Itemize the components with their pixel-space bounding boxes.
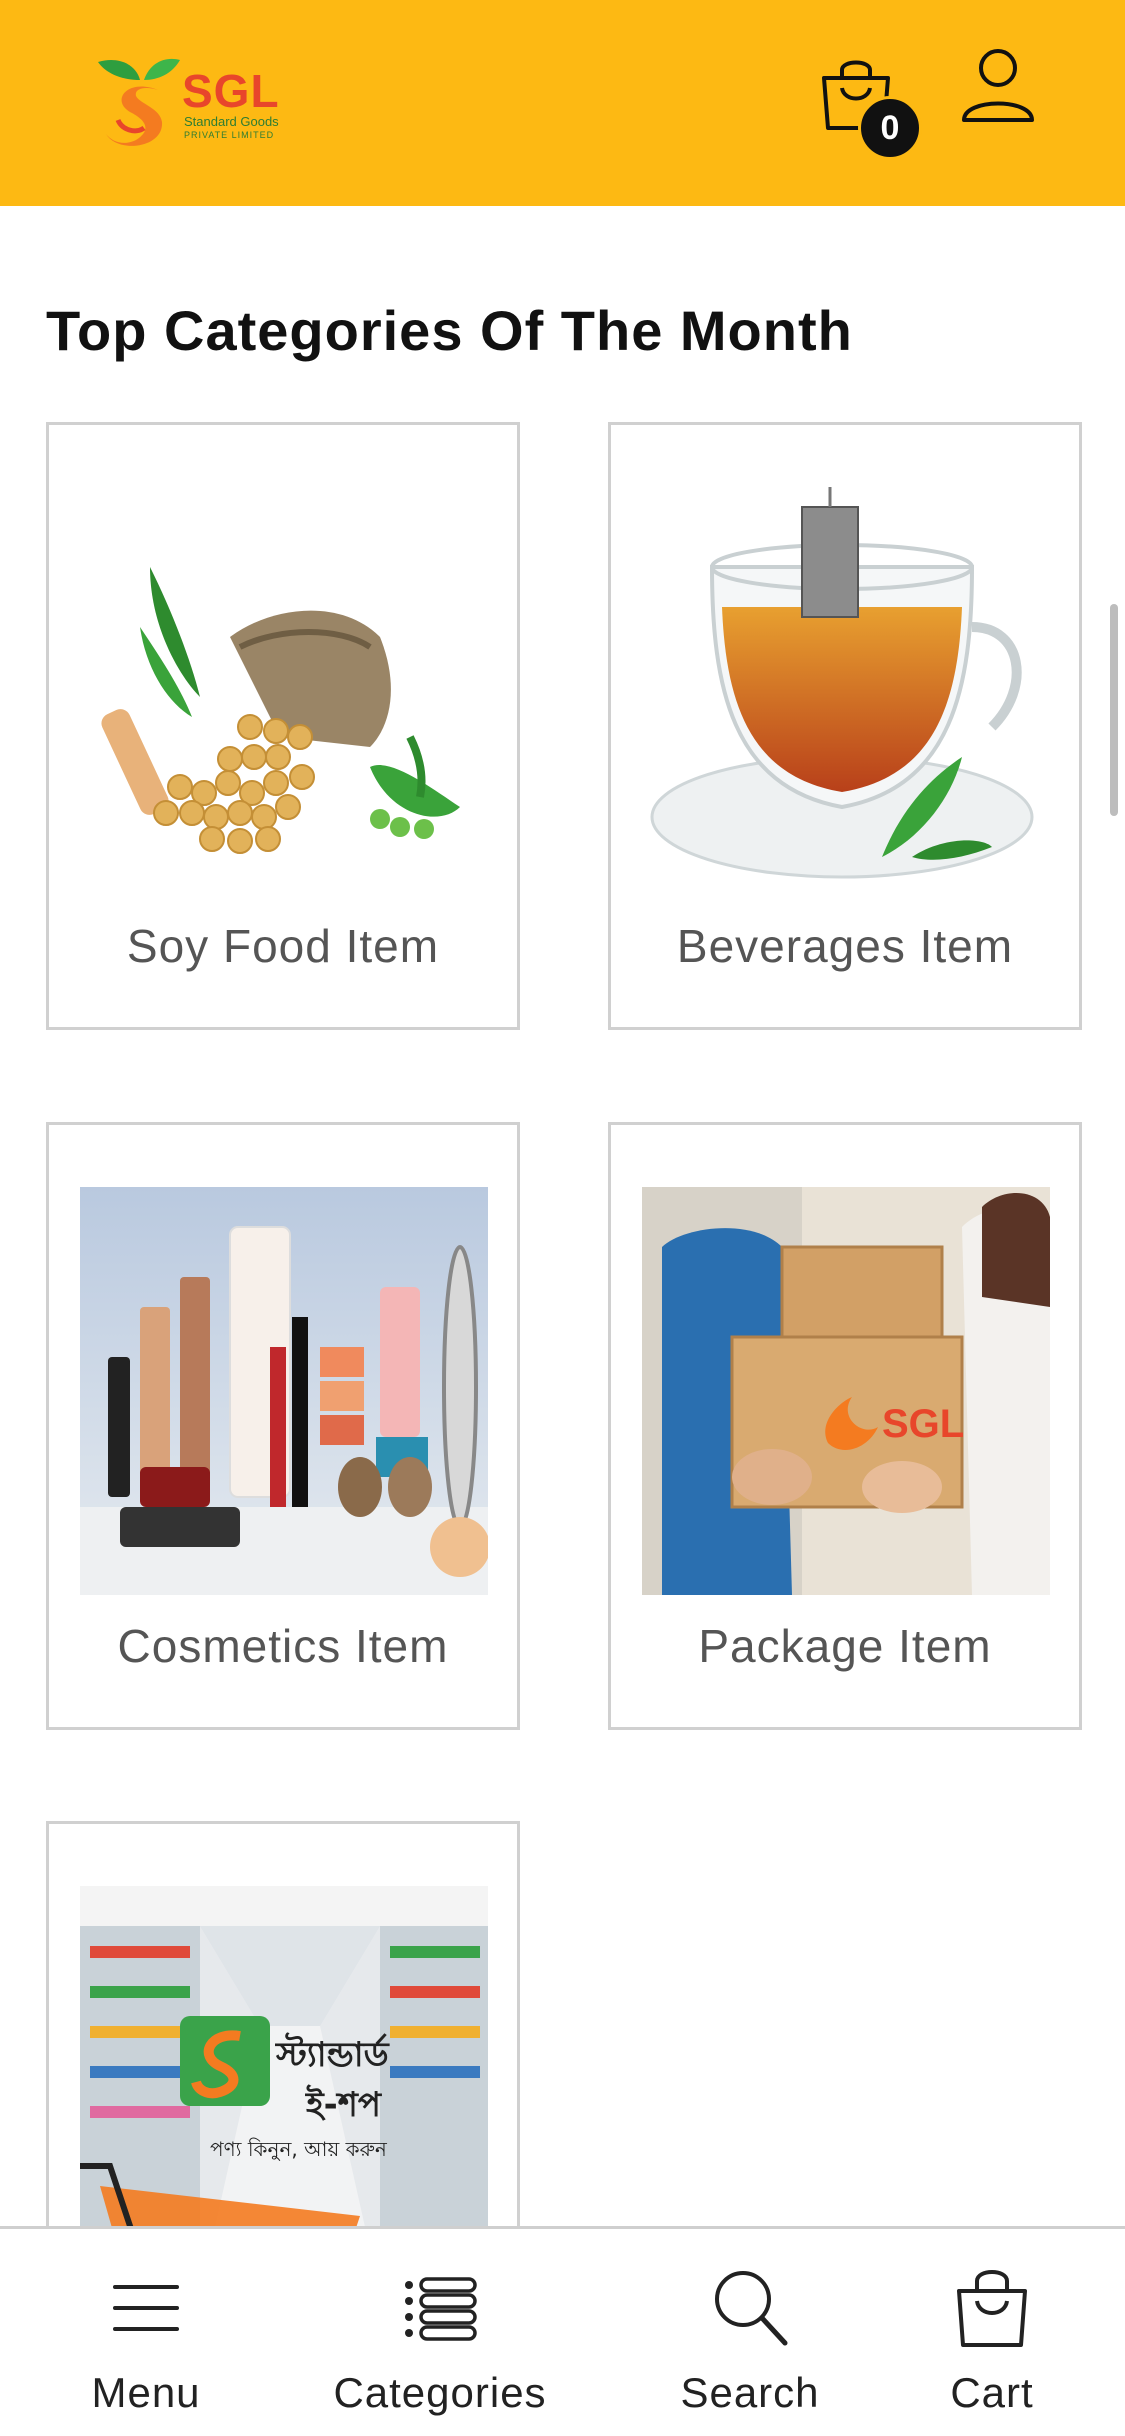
app-header: SGL Standard Goods PRIVATE LIMITED 0 xyxy=(0,0,1125,206)
scrollbar[interactable] xyxy=(1110,604,1118,816)
nav-item-search[interactable]: Search xyxy=(650,2229,850,2436)
cart-count-badge: 0 xyxy=(858,96,922,160)
search-icon xyxy=(715,2271,788,2346)
nav-label: Search xyxy=(680,2369,820,2416)
category-card-package[interactable]: SGL Package Item xyxy=(608,1122,1082,1730)
category-label: Cosmetics Item xyxy=(117,1620,449,1672)
nav-label: Categories xyxy=(333,2369,547,2416)
logo-text: SGL xyxy=(182,65,280,117)
section-title: Top Categories Of The Month xyxy=(46,299,853,362)
tea-cup-image xyxy=(642,487,1050,895)
soybean-sack-image xyxy=(80,487,488,895)
user-account-icon[interactable] xyxy=(958,46,1038,126)
category-card-beverages[interactable]: Beverages Item xyxy=(608,422,1082,1030)
category-label: Package Item xyxy=(698,1620,992,1672)
nav-item-categories[interactable]: Categories xyxy=(320,2229,560,2436)
bottom-navigation: Menu Categories Search Cart xyxy=(0,2226,1125,2436)
eshop-banner-tagline: পণ্য কিনুন, আয় করুন xyxy=(210,2137,388,2161)
hamburger-menu-icon xyxy=(113,2285,179,2331)
category-card-soy[interactable]: Soy Food Item xyxy=(46,422,520,1030)
sgl-logo[interactable]: SGL Standard Goods PRIVATE LIMITED xyxy=(88,50,288,154)
nav-item-menu[interactable]: Menu xyxy=(56,2229,236,2436)
logo-subtitle: Standard Goods xyxy=(184,114,279,129)
cosmetics-image xyxy=(80,1187,488,1595)
logo-tagline: PRIVATE LIMITED xyxy=(184,130,275,140)
category-card-cosmetics[interactable]: Cosmetics Item xyxy=(46,1122,520,1730)
category-label: Soy Food Item xyxy=(126,920,440,972)
list-icon xyxy=(405,2277,477,2341)
package-delivery-image: SGL xyxy=(642,1187,1050,1595)
shopping-bag-icon xyxy=(957,2270,1027,2347)
eshop-banner-title: স্ট্যান্ডার্ড xyxy=(275,2032,391,2075)
nav-label: Cart xyxy=(950,2369,1034,2416)
category-label: Beverages Item xyxy=(676,920,1014,972)
nav-item-cart[interactable]: Cart xyxy=(912,2229,1072,2436)
nav-label: Menu xyxy=(91,2369,201,2416)
eshop-banner-subtitle: ই-শপ xyxy=(305,2084,383,2125)
svg-text:SGL: SGL xyxy=(882,1402,964,1446)
